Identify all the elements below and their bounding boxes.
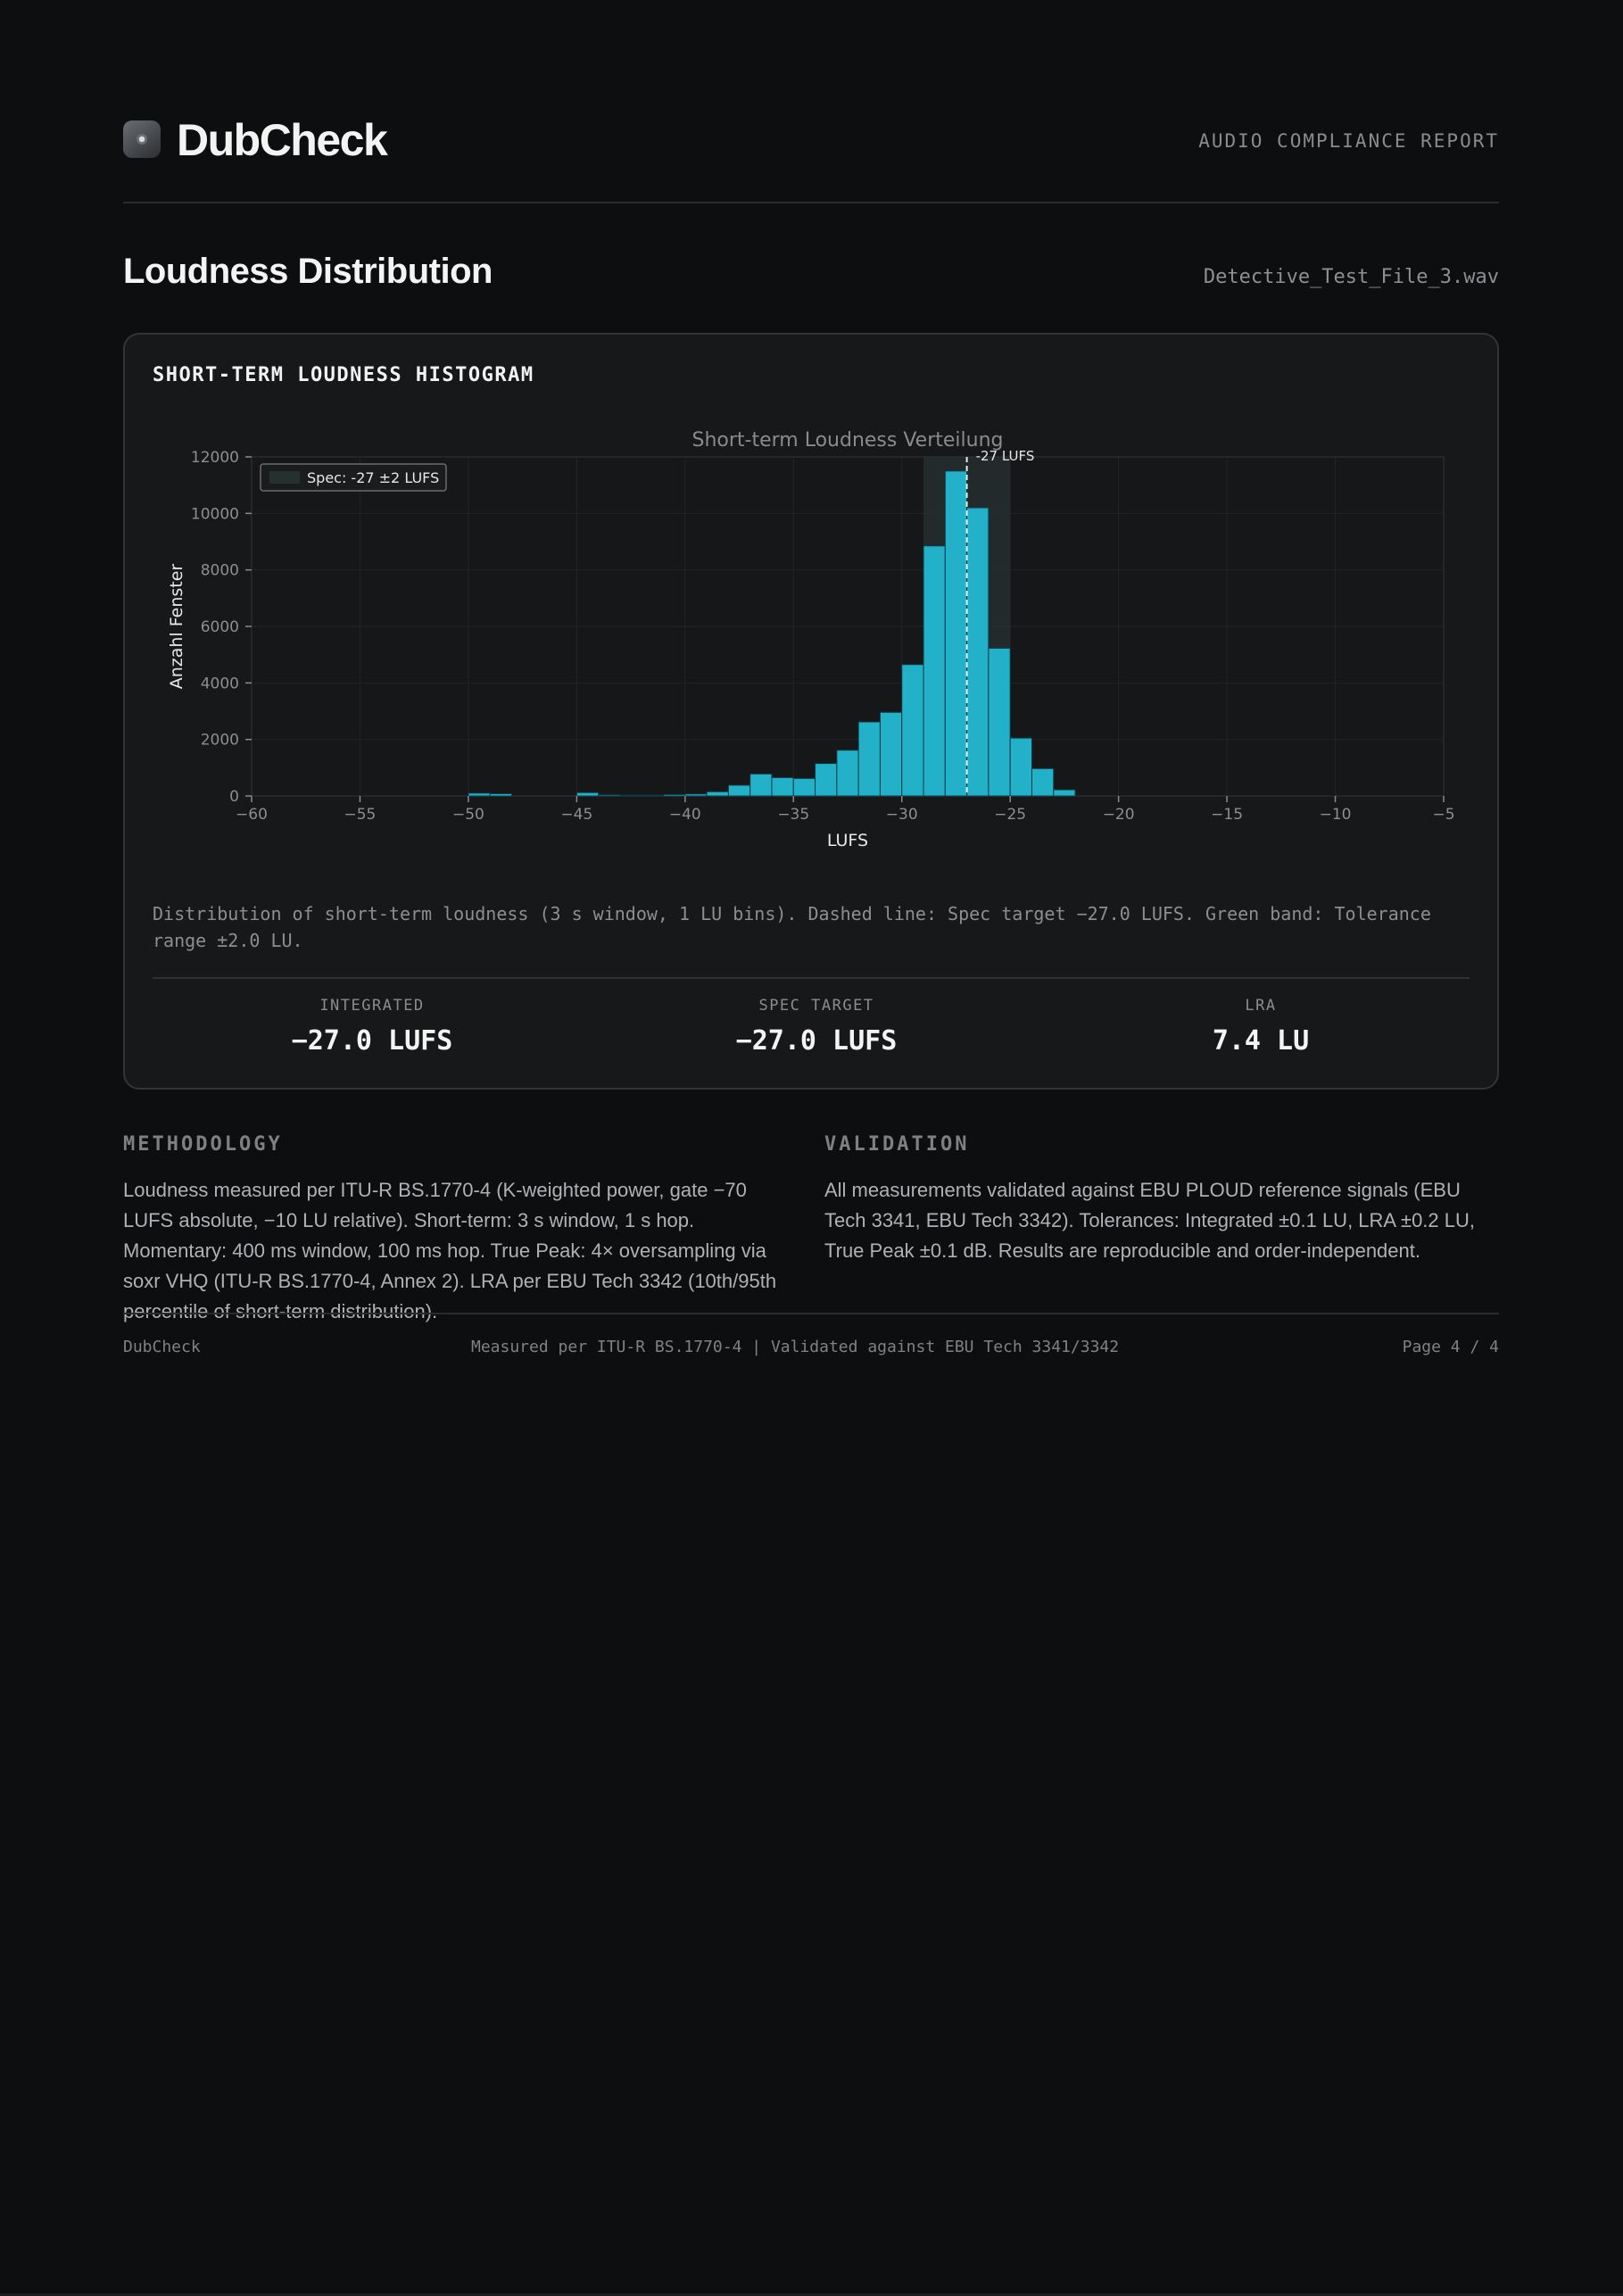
x-tick-label: −60 <box>236 806 268 824</box>
validation-text: All measurements validated against EBU P… <box>824 1179 1475 1262</box>
histogram-bar <box>489 792 512 797</box>
histogram-bar <box>706 791 729 797</box>
histogram-bar <box>771 776 794 797</box>
y-tick-label: 8000 <box>201 562 239 580</box>
histogram-bar <box>663 793 686 797</box>
x-tick-label: −30 <box>886 806 918 824</box>
chart-title: Short-term Loudness Verteilung <box>691 429 1003 452</box>
stat-integrated: INTEGRATED −27.0 LUFS <box>194 997 551 1057</box>
x-tick-label: −40 <box>669 806 701 824</box>
methodology-section: METHODOLOGY Loudness measured per ITU-R … <box>123 1133 792 1327</box>
card-title: SHORT-TERM LOUDNESS HISTOGRAM <box>153 364 534 386</box>
legend-label: Spec: -27 ±2 LUFS <box>307 469 439 486</box>
x-tick-label: −35 <box>777 806 809 824</box>
y-tick-label: 6000 <box>201 618 239 636</box>
stat-label: INTEGRATED <box>319 997 425 1015</box>
footer-standards: Measured per ITU-R BS.1770-4 | Validated… <box>471 1338 1120 1356</box>
footer-page-number: Page 4 / 4 <box>1402 1338 1499 1356</box>
brand-name: DubCheck <box>177 115 388 165</box>
stat-label: LRA <box>1245 997 1277 1015</box>
histogram-bar <box>576 792 600 797</box>
chart-caption: Distribution of short-term loudness (3 s… <box>153 903 1431 951</box>
histogram-bar <box>879 711 903 797</box>
histogram-bar <box>749 773 773 797</box>
x-tick-label: −15 <box>1211 806 1243 824</box>
y-tick-label: 10000 <box>191 505 239 523</box>
histogram-bar <box>792 777 816 797</box>
x-tick-label: −10 <box>1320 806 1352 824</box>
footer-brand: DubCheck <box>123 1338 201 1356</box>
target-label: -27 LUFS <box>976 448 1035 464</box>
y-tick-label: 4000 <box>201 675 239 692</box>
histogram-bar <box>901 664 924 797</box>
validation-title: VALIDATION <box>824 1133 970 1156</box>
loudness-histogram-chart: Short-term Loudness Verteilung-27 LUFS −6… <box>167 429 1455 850</box>
stat-value: 7.4 LU <box>1212 1025 1310 1057</box>
x-tick-label: −20 <box>1103 806 1135 824</box>
report-label: AUDIO COMPLIANCE REPORT <box>1198 130 1499 152</box>
histogram-bar <box>923 545 946 797</box>
histogram-bar <box>619 794 642 797</box>
histogram-bar <box>815 763 838 797</box>
y-tick-label: 12000 <box>191 449 239 467</box>
legend-swatch <box>269 471 300 484</box>
histogram-bar <box>966 507 990 797</box>
histogram-bar <box>857 721 881 797</box>
stat-value: −27.0 LUFS <box>735 1025 898 1057</box>
histogram-bar <box>1053 789 1076 797</box>
histogram-bar <box>598 794 621 797</box>
validation-section: VALIDATION All measurements validated ag… <box>824 1133 1494 1266</box>
stat-label: SPEC TARGET <box>758 997 874 1015</box>
histogram-bar <box>1031 767 1055 797</box>
x-tick-label: −45 <box>560 806 592 824</box>
section-title: Loudness Distribution <box>123 252 493 291</box>
file-name: Detective_Test_File_3.wav <box>1203 266 1499 288</box>
histogram-bar <box>727 784 751 797</box>
x-axis-label: LUFS <box>827 831 868 850</box>
histogram-bar <box>468 792 491 797</box>
logo-icon <box>123 120 161 158</box>
x-tick-label: −25 <box>994 806 1026 824</box>
x-tick-label: −50 <box>452 806 484 824</box>
histogram-bar <box>1009 737 1032 797</box>
x-tick-label: −5 <box>1432 806 1454 824</box>
x-tick-label: −55 <box>344 806 377 824</box>
histogram-bar <box>944 470 968 797</box>
report-header: DubCheck AUDIO COMPLIANCE REPORT <box>123 115 1499 203</box>
methodology-title: METHODOLOGY <box>123 1133 283 1156</box>
report-footer: DubCheck Measured per ITU-R BS.1770-4 | … <box>123 1313 1499 1359</box>
stat-lra: LRA 7.4 LU <box>1082 997 1439 1057</box>
histogram-bar <box>836 750 859 797</box>
histogram-bar <box>641 794 665 797</box>
stat-spec-target: SPEC TARGET −27.0 LUFS <box>638 997 995 1057</box>
stats-row: INTEGRATED −27.0 LUFS SPEC TARGET −27.0 … <box>153 977 1470 1077</box>
histogram-bar <box>684 793 708 797</box>
y-tick-label: 0 <box>229 788 239 806</box>
y-tick-label: 2000 <box>201 732 239 750</box>
histogram-bar <box>988 647 1011 797</box>
stat-value: −27.0 LUFS <box>291 1025 453 1057</box>
methodology-text: Loudness measured per ITU-R BS.1770-4 (K… <box>123 1179 777 1322</box>
y-axis-label: Anzahl Fenster <box>167 564 186 690</box>
histogram-card: SHORT-TERM LOUDNESS HISTOGRAM Short-term… <box>123 333 1499 1090</box>
